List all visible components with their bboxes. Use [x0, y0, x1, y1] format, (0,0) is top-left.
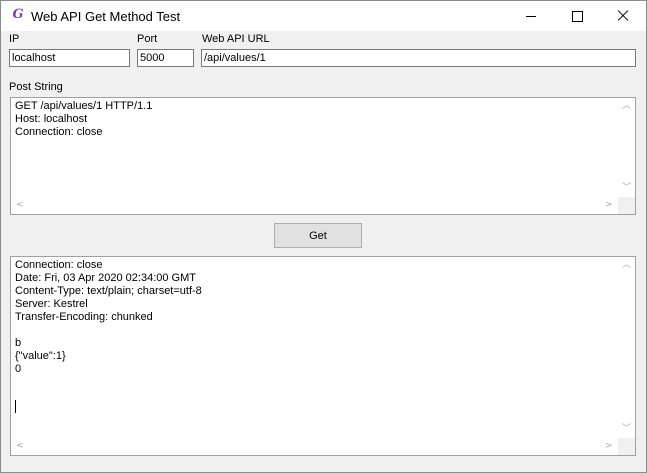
close-button[interactable]: [600, 1, 646, 31]
text-caret: [15, 400, 16, 413]
post-horizontal-scrollbar[interactable]: < >: [11, 197, 618, 214]
maximize-icon: [571, 10, 583, 22]
get-button[interactable]: Get: [274, 223, 362, 248]
response-horizontal-scrollbar[interactable]: < >: [11, 438, 618, 455]
scroll-corner: [618, 197, 635, 214]
minimize-icon: [526, 15, 536, 17]
close-icon: [617, 10, 629, 22]
response-vertical-scrollbar[interactable]: ︿ ﹀: [618, 257, 635, 438]
response-textarea[interactable]: Connection: close Date: Fri, 03 Apr 2020…: [10, 256, 636, 456]
port-input[interactable]: 5000: [137, 49, 194, 67]
port-label: Port: [137, 33, 158, 45]
scroll-down-icon[interactable]: ﹀: [622, 425, 631, 434]
title-bar[interactable]: G Web API Get Method Test: [1, 1, 646, 31]
scroll-up-icon[interactable]: ︿: [622, 102, 631, 111]
scroll-left-icon[interactable]: <: [16, 442, 24, 451]
app-g-icon: G: [12, 7, 24, 22]
post-string-label: Post String: [9, 81, 63, 93]
scroll-corner: [618, 438, 635, 455]
scroll-down-icon[interactable]: ﹀: [622, 184, 631, 193]
response-content: Connection: close Date: Fri, 03 Apr 2020…: [15, 259, 202, 375]
url-input[interactable]: /api/values/1: [201, 49, 636, 67]
post-string-content: GET /api/values/1 HTTP/1.1 Host: localho…: [15, 100, 153, 138]
post-string-textarea[interactable]: GET /api/values/1 HTTP/1.1 Host: localho…: [10, 97, 636, 215]
post-vertical-scrollbar[interactable]: ︿ ﹀: [618, 98, 635, 197]
window-title: Web API Get Method Test: [31, 9, 181, 24]
maximize-button[interactable]: [554, 1, 600, 31]
scroll-right-icon[interactable]: >: [605, 442, 613, 451]
ip-input[interactable]: localhost: [9, 49, 130, 67]
scroll-right-icon[interactable]: >: [605, 201, 613, 210]
scroll-left-icon[interactable]: <: [16, 201, 24, 210]
ip-label: IP: [9, 33, 20, 45]
minimize-button[interactable]: [508, 1, 554, 31]
app-window: G Web API Get Method Test IP Port Web AP…: [0, 0, 647, 473]
scroll-up-icon[interactable]: ︿: [622, 261, 631, 270]
url-label: Web API URL: [202, 33, 270, 45]
